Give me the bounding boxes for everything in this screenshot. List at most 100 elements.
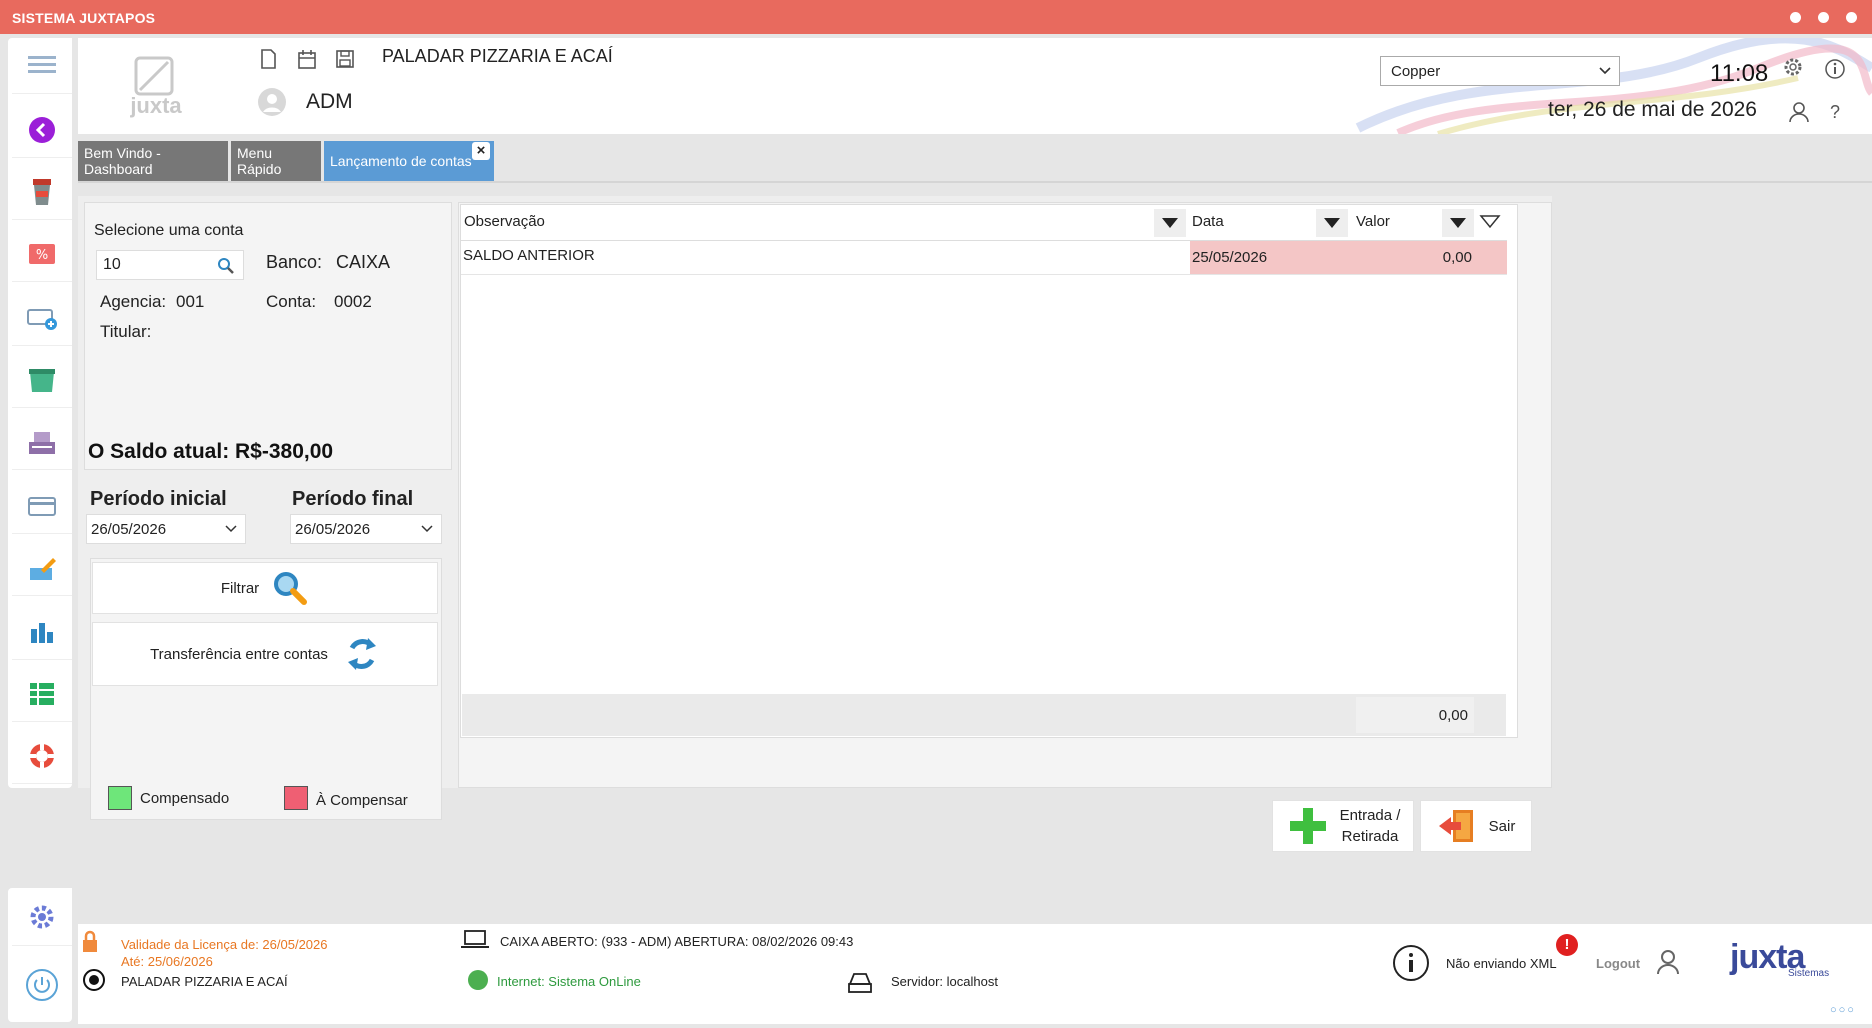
user-icon[interactable] <box>1788 100 1810 124</box>
company-name: PALADAR PIZZARIA E ACAÍ <box>382 46 613 66</box>
target-icon <box>83 969 105 991</box>
logout-label[interactable]: Logout <box>1596 956 1640 971</box>
calendar-icon[interactable] <box>296 48 318 70</box>
laptop-icon <box>461 930 489 948</box>
lock-icon <box>83 930 97 952</box>
spreadsheet-icon <box>30 682 54 705</box>
row-extra-cell <box>1478 241 1507 274</box>
tab-divider <box>78 181 1872 183</box>
sidebar-item-discount[interactable]: % <box>12 226 72 282</box>
current-balance: O Saldo atual: R$-380,00 <box>88 440 334 463</box>
sidebar-item-card-add[interactable] <box>12 290 72 346</box>
license-validity: Validade da Licença de: 26/05/2026 <box>121 937 328 952</box>
sidebar-item-edit[interactable] <box>12 540 72 596</box>
search-icon[interactable] <box>217 257 235 275</box>
new-document-icon[interactable] <box>258 48 278 70</box>
chevron-down-icon <box>1599 67 1611 75</box>
user-name: ADM <box>306 90 353 113</box>
bank-label: Banco: <box>266 252 323 272</box>
caixa-status: CAIXA ABERTO: (933 - ADM) ABERTURA: 08/0… <box>500 934 854 949</box>
logo-icon <box>134 56 174 96</box>
server-status: Servidor: localhost <box>891 974 998 989</box>
refresh-arrows-icon <box>347 638 376 670</box>
grid-header <box>461 205 1507 241</box>
end-date-picker[interactable]: 26/05/2026 <box>290 514 442 544</box>
maximize-button[interactable] <box>1818 12 1829 23</box>
sidebar-back-button[interactable] <box>12 102 72 158</box>
valor-filter-button[interactable] <box>1442 209 1474 237</box>
exit-door-icon <box>1438 810 1473 842</box>
settings-gear-icon[interactable] <box>1782 56 1804 78</box>
tab-menu-rapido[interactable]: Menu Rápido <box>231 141 321 181</box>
help-icon[interactable]: ? <box>1830 102 1840 123</box>
close-tab-icon[interactable]: × <box>472 142 490 160</box>
tab-dashboard[interactable]: Bem Vindo - Dashboard <box>78 141 228 181</box>
exit-button[interactable]: Sair <box>1420 800 1532 852</box>
sidebar-item-cup[interactable] <box>12 164 72 220</box>
more-dots-icon[interactable]: ○○○ <box>1830 1004 1856 1016</box>
back-arrow-icon <box>29 116 55 143</box>
start-date-picker[interactable]: 26/05/2026 <box>86 514 246 544</box>
theme-select-value: Copper <box>1391 63 1441 80</box>
chevron-down-icon <box>421 525 433 533</box>
sidebar-item-box[interactable] <box>12 352 72 408</box>
tab-lancamento-contas[interactable]: Lançamento de contas <box>324 141 494 181</box>
to-compensate-swatch <box>284 786 308 810</box>
row-data: 25/05/2026 <box>1190 241 1352 274</box>
info-circle-icon <box>1393 945 1429 981</box>
plus-icon <box>1289 808 1326 844</box>
license-until: Até: 25/06/2026 <box>121 954 213 969</box>
filter-arrow-icon <box>1324 218 1340 228</box>
entry-withdrawal-button[interactable]: Entrada / Retirada <box>1272 800 1414 852</box>
cup-icon <box>33 178 51 205</box>
column-header-valor[interactable]: Valor <box>1356 213 1390 230</box>
xml-status: Não enviando XML <box>1446 956 1557 971</box>
conta-value: 0002 <box>334 292 372 311</box>
compensated-swatch <box>108 786 132 810</box>
sidebar-item-spreadsheet[interactable] <box>12 666 72 722</box>
table-row[interactable]: SALDO ANTERIOR 25/05/2026 0,00 <box>461 241 1507 275</box>
grid-total: 0,00 <box>1356 697 1474 733</box>
agency-value: 001 <box>176 292 205 311</box>
row-valor: 0,00 <box>1352 241 1478 274</box>
current-date: ter, 26 de mai de 2026 <box>1548 98 1757 121</box>
window-title: SISTEMA JUXTAPOS <box>12 10 156 26</box>
minimize-button[interactable] <box>1790 12 1801 23</box>
sidebar-item-support[interactable] <box>12 728 72 784</box>
gear-icon <box>30 905 54 928</box>
logo-text: juxta <box>130 93 182 118</box>
sidebar-item-reports[interactable] <box>12 604 72 660</box>
compensated-label: Compensado <box>140 790 230 807</box>
sidebar-item-card[interactable] <box>12 478 72 534</box>
logout-user-icon[interactable] <box>1656 948 1680 976</box>
sidebar-menu-button[interactable] <box>12 38 72 94</box>
filter-button[interactable]: Filtrar <box>92 562 438 614</box>
account-input[interactable]: 10 <box>96 250 244 280</box>
power-button[interactable] <box>12 956 72 1014</box>
lifebuoy-icon <box>30 743 54 768</box>
close-window-button[interactable] <box>1846 12 1857 23</box>
sidebar-item-register[interactable] <box>12 414 72 470</box>
column-header-observacao[interactable]: Observação <box>464 213 545 230</box>
theme-select[interactable]: Copper <box>1380 56 1620 86</box>
brand-sub: Sistemas <box>1788 968 1830 979</box>
power-icon <box>26 969 58 1001</box>
filter-arrow-icon <box>1450 218 1466 228</box>
transfer-button[interactable]: Transferência entre contas <box>92 622 438 686</box>
status-company: PALADAR PIZZARIA E ACAÍ <box>121 974 288 989</box>
column-header-data[interactable]: Data <box>1192 213 1224 230</box>
filter-funnel-icon[interactable] <box>1478 212 1502 232</box>
grid-footer <box>462 694 1506 736</box>
settings-button[interactable] <box>12 888 72 946</box>
entry-label-line1: Entrada / <box>1339 807 1401 824</box>
to-compensate-label: À Compensar <box>316 792 408 809</box>
alert-badge-icon: ! <box>1556 934 1578 956</box>
observacao-filter-button[interactable] <box>1154 209 1186 237</box>
save-icon[interactable] <box>334 48 356 70</box>
entries-grid <box>460 204 1518 738</box>
data-filter-button[interactable] <box>1316 209 1348 237</box>
internet-status: Internet: Sistema OnLine <box>497 974 641 989</box>
info-icon[interactable] <box>1824 58 1846 80</box>
titular-label: Titular: <box>100 322 152 341</box>
card-add-icon <box>27 308 57 330</box>
